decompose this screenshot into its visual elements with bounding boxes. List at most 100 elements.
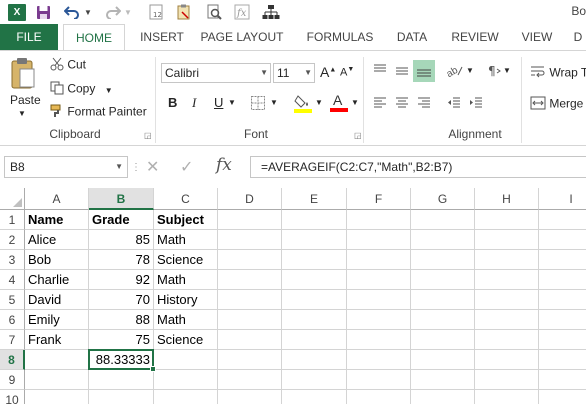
cell-b10[interactable]: [89, 390, 154, 404]
column-header-b[interactable]: B: [89, 188, 154, 210]
cell-b2[interactable]: 85: [89, 230, 154, 250]
cell-f8[interactable]: [347, 350, 411, 370]
tab-formulas[interactable]: FORMULAS: [300, 24, 380, 50]
underline-dropdown-icon[interactable]: ▼: [228, 98, 236, 107]
align-center-icon[interactable]: [394, 95, 410, 114]
cell-e10[interactable]: [282, 390, 347, 404]
borders-dropdown-icon[interactable]: ▼: [270, 98, 278, 107]
column-header-a[interactable]: A: [25, 188, 89, 210]
cell-c8[interactable]: [154, 350, 218, 370]
cell-c2[interactable]: Math: [154, 230, 218, 250]
cell-b7[interactable]: 75: [89, 330, 154, 350]
cell-g3[interactable]: [411, 250, 475, 270]
cell-a9[interactable]: [25, 370, 89, 390]
align-top-icon[interactable]: [372, 63, 388, 82]
cell-b3[interactable]: 78: [89, 250, 154, 270]
orientation-icon[interactable]: ab: [445, 63, 464, 82]
save-icon[interactable]: [36, 3, 51, 21]
cell-c6[interactable]: Math: [154, 310, 218, 330]
wrap-text-button[interactable]: Wrap T: [530, 65, 586, 82]
formula-input[interactable]: =AVERAGEIF(C2:C7,"Math",B2:B7): [250, 156, 586, 178]
undo-dropdown-icon[interactable]: ▼: [84, 3, 92, 21]
cell-e7[interactable]: [282, 330, 347, 350]
tab-review[interactable]: REVIEW: [447, 24, 503, 50]
cell-g8[interactable]: [411, 350, 475, 370]
row-header-2[interactable]: 2: [0, 230, 25, 250]
cell-d1[interactable]: [218, 210, 282, 230]
font-color-icon[interactable]: A: [330, 92, 348, 115]
cell-c7[interactable]: Science: [154, 330, 218, 350]
increase-font-icon[interactable]: A▲: [320, 64, 336, 80]
font-launcher-icon[interactable]: ◲: [354, 131, 362, 140]
font-size-select[interactable]: 11 ▼: [273, 63, 315, 83]
increase-indent-icon[interactable]: [468, 95, 484, 114]
cell-f9[interactable]: [347, 370, 411, 390]
cell-c5[interactable]: History: [154, 290, 218, 310]
cell-a1[interactable]: Name: [25, 210, 89, 230]
row-header-7[interactable]: 7: [0, 330, 25, 350]
formula-bar-grip-icon[interactable]: ⋮: [131, 162, 141, 173]
cancel-icon[interactable]: ✕: [146, 157, 159, 177]
cell-e5[interactable]: [282, 290, 347, 310]
tab-insert[interactable]: INSERT: [133, 24, 191, 50]
cell-e4[interactable]: [282, 270, 347, 290]
merge-center-button[interactable]: Merge: [530, 96, 583, 113]
row-header-8[interactable]: 8: [0, 350, 25, 370]
cell-e8[interactable]: [282, 350, 347, 370]
column-header-f[interactable]: F: [347, 188, 411, 210]
cell-b1[interactable]: Grade: [89, 210, 154, 230]
account-name[interactable]: Bo: [571, 4, 586, 18]
cell-f1[interactable]: [347, 210, 411, 230]
orientation-dropdown-icon[interactable]: ▼: [466, 66, 474, 75]
cell-a7[interactable]: Frank: [25, 330, 89, 350]
cell-i8[interactable]: [539, 350, 586, 370]
cell-c10[interactable]: [154, 390, 218, 404]
cell-a3[interactable]: Bob: [25, 250, 89, 270]
cell-g5[interactable]: [411, 290, 475, 310]
cell-i4[interactable]: [539, 270, 586, 290]
tab-view[interactable]: VIEW: [515, 24, 559, 50]
cell-d9[interactable]: [218, 370, 282, 390]
italic-button[interactable]: I: [192, 95, 196, 111]
align-middle-icon[interactable]: [394, 63, 410, 82]
print-preview-icon[interactable]: [206, 3, 222, 21]
font-color-dropdown-icon[interactable]: ▼: [351, 98, 359, 107]
align-right-icon[interactable]: [416, 95, 432, 114]
cell-f7[interactable]: [347, 330, 411, 350]
insert-function-button[interactable]: fx: [216, 155, 232, 175]
row-header-6[interactable]: 6: [0, 310, 25, 330]
cut-button[interactable]: Cut: [50, 57, 86, 74]
cell-c1[interactable]: Subject: [154, 210, 218, 230]
cell-i3[interactable]: [539, 250, 586, 270]
cell-g10[interactable]: [411, 390, 475, 404]
cell-h8[interactable]: [475, 350, 539, 370]
column-header-d[interactable]: D: [218, 188, 282, 210]
cell-b4[interactable]: 92: [89, 270, 154, 290]
fill-handle[interactable]: [150, 366, 156, 372]
bold-button[interactable]: B: [168, 95, 177, 110]
cell-f6[interactable]: [347, 310, 411, 330]
name-box[interactable]: B8 ▼: [4, 156, 128, 178]
cell-e3[interactable]: [282, 250, 347, 270]
row-header-3[interactable]: 3: [0, 250, 25, 270]
row-header-4[interactable]: 4: [0, 270, 25, 290]
cell-a4[interactable]: Charlie: [25, 270, 89, 290]
borders-icon[interactable]: [250, 95, 266, 114]
cell-i9[interactable]: [539, 370, 586, 390]
cell-f4[interactable]: [347, 270, 411, 290]
cell-h5[interactable]: [475, 290, 539, 310]
cell-d5[interactable]: [218, 290, 282, 310]
cell-c9[interactable]: [154, 370, 218, 390]
underline-button[interactable]: U: [214, 95, 223, 110]
cell-e1[interactable]: [282, 210, 347, 230]
copy-dropdown-icon[interactable]: ▼: [105, 86, 113, 95]
cell-h6[interactable]: [475, 310, 539, 330]
format-painter-button[interactable]: Format Painter: [50, 104, 147, 121]
numbering-icon[interactable]: 12: [148, 3, 164, 21]
cell-g2[interactable]: [411, 230, 475, 250]
cell-i6[interactable]: [539, 310, 586, 330]
cell-h1[interactable]: [475, 210, 539, 230]
cell-d6[interactable]: [218, 310, 282, 330]
column-header-c[interactable]: C: [154, 188, 218, 210]
column-header-h[interactable]: H: [475, 188, 539, 210]
